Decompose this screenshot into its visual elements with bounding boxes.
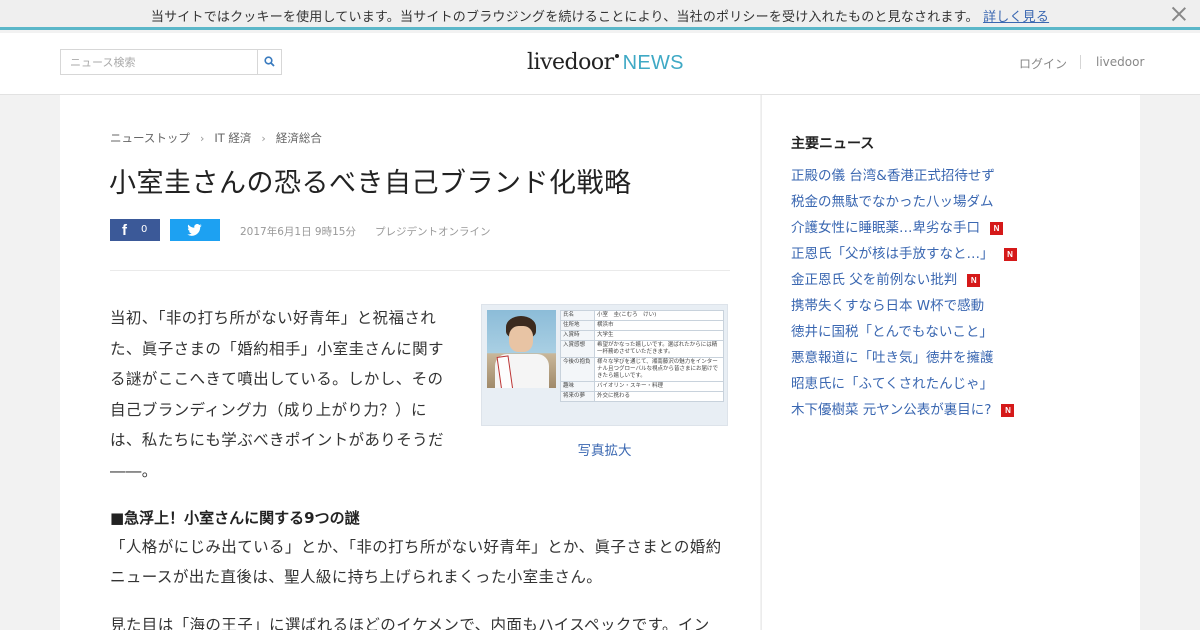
logo-dot	[614, 54, 619, 58]
article-source[interactable]: プレジデントオンライン	[375, 224, 491, 239]
article-column: ニューストップ › IT 経済 › 経済総合 小室圭さんの恐るべき自己ブランド化戦略 f…	[60, 95, 760, 630]
new-badge: N	[1001, 404, 1015, 417]
cookie-banner: 当サイトではクッキーを使用しています。当サイトのブラウジングを続けることにより、…	[0, 0, 1200, 30]
chevron-right-icon: ›	[199, 132, 205, 145]
logo-main: livedoor	[527, 50, 614, 75]
news-link[interactable]: 正恩氏「父が核は手放すなと…」 N	[791, 241, 1017, 267]
article-title: 小室圭さんの恐るべき自己ブランド化戦略	[109, 168, 632, 199]
new-badge: N	[990, 222, 1003, 235]
cookie-details-link[interactable]: 詳しく見る	[983, 10, 1049, 25]
sidebar-heading: 主要ニュース	[791, 136, 875, 152]
article-date: 2017年6月1日 9時15分	[240, 226, 356, 238]
top-news-list: 正殿の儀 台湾&香港正式招待せず 税金の無駄でなかった八ッ場ダム 介護女性に睡眠…	[791, 163, 1017, 423]
news-link[interactable]: 税金の無駄でなかった八ッ場ダム	[791, 189, 1017, 215]
twitter-share-button[interactable]	[170, 219, 220, 241]
article-lead: 当初、「非の打ち所がない好青年」と祝福された、眞子さまの「婚約相手」小室圭さんに…	[110, 309, 444, 480]
twitter-bird-icon	[187, 224, 202, 236]
breadcrumb-news-top[interactable]: ニューストップ	[110, 131, 190, 145]
person-photo	[487, 310, 556, 388]
photo-enlarge-link[interactable]: 写真拡大	[481, 439, 728, 459]
sidebar: 主要ニュース 正殿の儀 台湾&香港正式招待せず 税金の無駄でなかった八ッ場ダム …	[761, 95, 1140, 630]
section-heading: ■急浮上！小室さんに関する9つの謎	[110, 509, 360, 527]
logo-news: NEWS	[622, 52, 684, 74]
news-link[interactable]: 悪意報道に「吐き気」徳井を擁護	[791, 345, 1017, 371]
facebook-icon: f	[122, 222, 127, 239]
search-icon	[264, 56, 275, 67]
close-icon[interactable]	[1170, 5, 1188, 23]
new-badge: N	[1003, 248, 1017, 261]
profile-table: 氏名 小室 圭(こむろ けい) 住所地 横浜市 入賞時 大学生 入賞感想 希望がかなった…	[560, 310, 724, 402]
search-box	[60, 49, 282, 75]
article-paragraph: 見た目は「海の王子」に選ばれるほどのイケメンで、内面もハイスペックです。イン	[110, 616, 710, 630]
livedoor-link[interactable]: livedoor	[1096, 55, 1144, 69]
header-divider	[1080, 55, 1081, 69]
header-divider-line	[110, 270, 730, 271]
cookie-message: 当サイトではクッキーを使用しています。当サイトのブラウジングを続けることにより、…	[0, 6, 1200, 25]
news-link[interactable]: 木下優樹菜 元ヤン公表が裏目に? N	[791, 397, 1017, 423]
site-logo[interactable]: livedoor NEWS	[527, 50, 684, 78]
breadcrumb-economy[interactable]: 経済総合	[276, 131, 322, 145]
search-button[interactable]	[257, 50, 281, 74]
search-input[interactable]	[61, 50, 257, 74]
news-link[interactable]: 携帯失くすなら日本 W杯で感動	[791, 293, 1017, 319]
breadcrumb: ニューストップ › IT 経済 › 経済総合	[110, 130, 322, 146]
new-badge: N	[967, 274, 981, 287]
news-link[interactable]: 昭恵氏に「ふてくされたんじゃ」	[791, 371, 1017, 397]
login-link[interactable]: ログイン	[1019, 55, 1067, 72]
chevron-right-icon: ›	[261, 132, 266, 145]
cookie-text: 当サイトではクッキーを使用しています。当サイトのブラウジングを続けることにより、…	[150, 10, 979, 25]
breadcrumb-it-economy[interactable]: IT 経済	[214, 131, 251, 145]
news-link[interactable]: 金正恩氏 父を前例ない批判 N	[791, 267, 1017, 293]
facebook-share-button[interactable]: f 0	[110, 219, 160, 241]
site-header: livedoor NEWS ログイン livedoor	[0, 33, 1200, 95]
facebook-share-count: 0	[141, 224, 148, 235]
news-link[interactable]: 正殿の儀 台湾&香港正式招待せず	[791, 163, 1017, 189]
news-link[interactable]: 徳井に国税「とんでもないこと」	[791, 319, 1017, 345]
article-paragraph: 「人格がにじみ出ている」とか、「非の打ち所がない好青年」とか、眞子さまとの婚約ニ…	[110, 538, 722, 586]
article-photo[interactable]: 氏名 小室 圭(こむろ けい) 住所地 横浜市 入賞時 大学生 入賞感想 希望がかなった…	[481, 304, 728, 426]
news-link[interactable]: 介護女性に睡眠薬…卑劣な手口 N	[791, 215, 1017, 241]
